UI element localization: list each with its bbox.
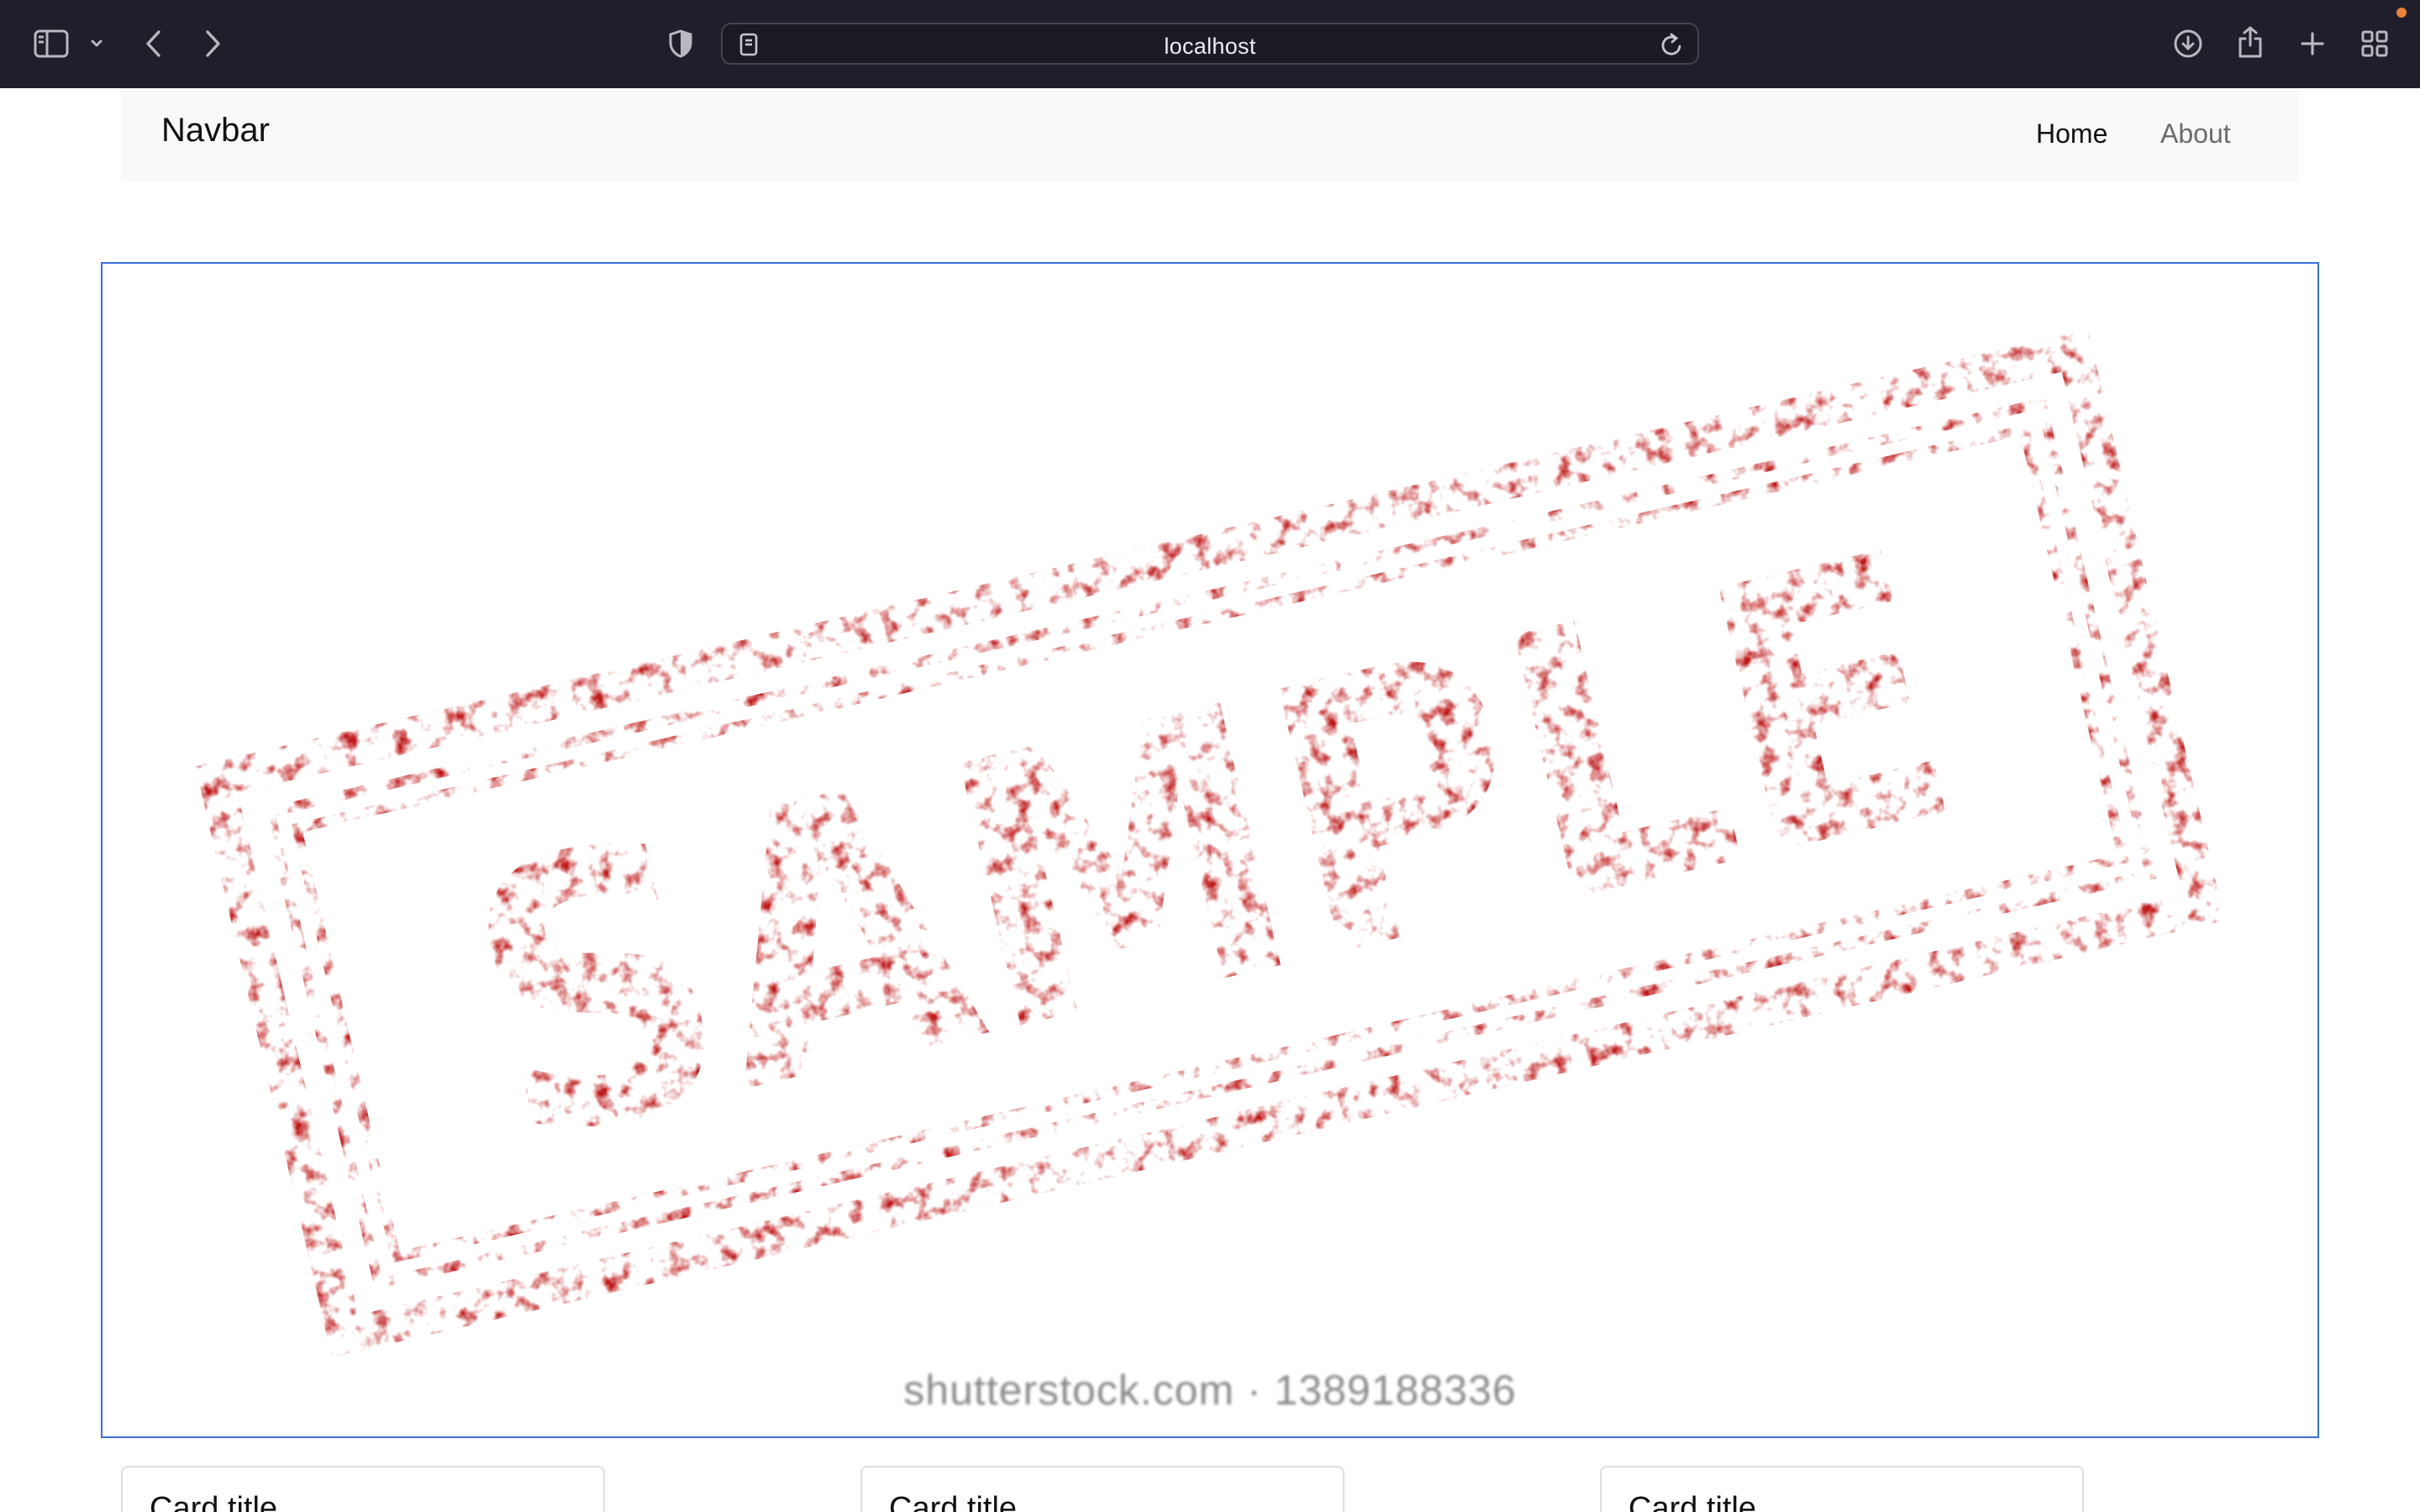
downloads-button[interactable] — [2170, 25, 2207, 62]
share-button[interactable] — [2232, 22, 2269, 62]
carousel[interactable]: SAMPLE shutterstock.com · 1389188336 — [101, 262, 2319, 1438]
card-title: Card title — [1628, 1491, 1757, 1512]
privacy-report-button[interactable] — [666, 27, 695, 60]
chevron-left-icon — [146, 30, 160, 57]
reload-button[interactable] — [1660, 32, 1686, 57]
address-bar[interactable]: localhost — [721, 23, 1699, 65]
browser-toolbar: localhost — [0, 0, 2420, 88]
card: Card title — [860, 1466, 1344, 1512]
card-title: Card title — [150, 1491, 278, 1512]
tab-overview-button[interactable] — [2356, 25, 2393, 62]
back-button[interactable] — [139, 25, 168, 62]
card-title: Card title — [889, 1491, 1018, 1512]
plus-icon — [2301, 32, 2324, 55]
card: Card title — [121, 1466, 605, 1512]
shield-icon — [669, 29, 692, 58]
nav-link-about[interactable]: About — [2160, 118, 2231, 150]
chevron-right-icon — [206, 30, 220, 57]
carousel-next-control[interactable] — [2232, 1087, 2265, 1146]
chevron-right-icon — [2237, 1090, 2260, 1142]
forward-button[interactable] — [198, 25, 227, 62]
sidebar-toggle-button[interactable] — [32, 25, 71, 62]
nav-link-home[interactable]: Home — [2036, 118, 2107, 150]
grid-icon — [2361, 30, 2388, 57]
address-text: localhost — [1164, 34, 1256, 59]
sample-stamp-image: SAMPLE — [195, 329, 2225, 1357]
watermark-text: shutterstock.com · 1389188336 — [903, 1367, 1517, 1414]
navbar: Navbar Home About — [121, 88, 2299, 181]
share-icon — [2238, 26, 2262, 58]
reload-icon — [1661, 33, 1681, 55]
chevron-down-icon — [91, 39, 103, 47]
sidebar-menu-button[interactable] — [87, 32, 106, 55]
notification-dot — [2396, 8, 2407, 18]
new-tab-button[interactable] — [2294, 25, 2331, 62]
download-icon — [2174, 29, 2202, 58]
stamp-text: SAMPLE — [434, 472, 1989, 1227]
navbar-brand[interactable]: Navbar — [161, 112, 270, 150]
card: Card title — [1600, 1466, 2084, 1512]
sidebar-icon — [34, 29, 69, 58]
